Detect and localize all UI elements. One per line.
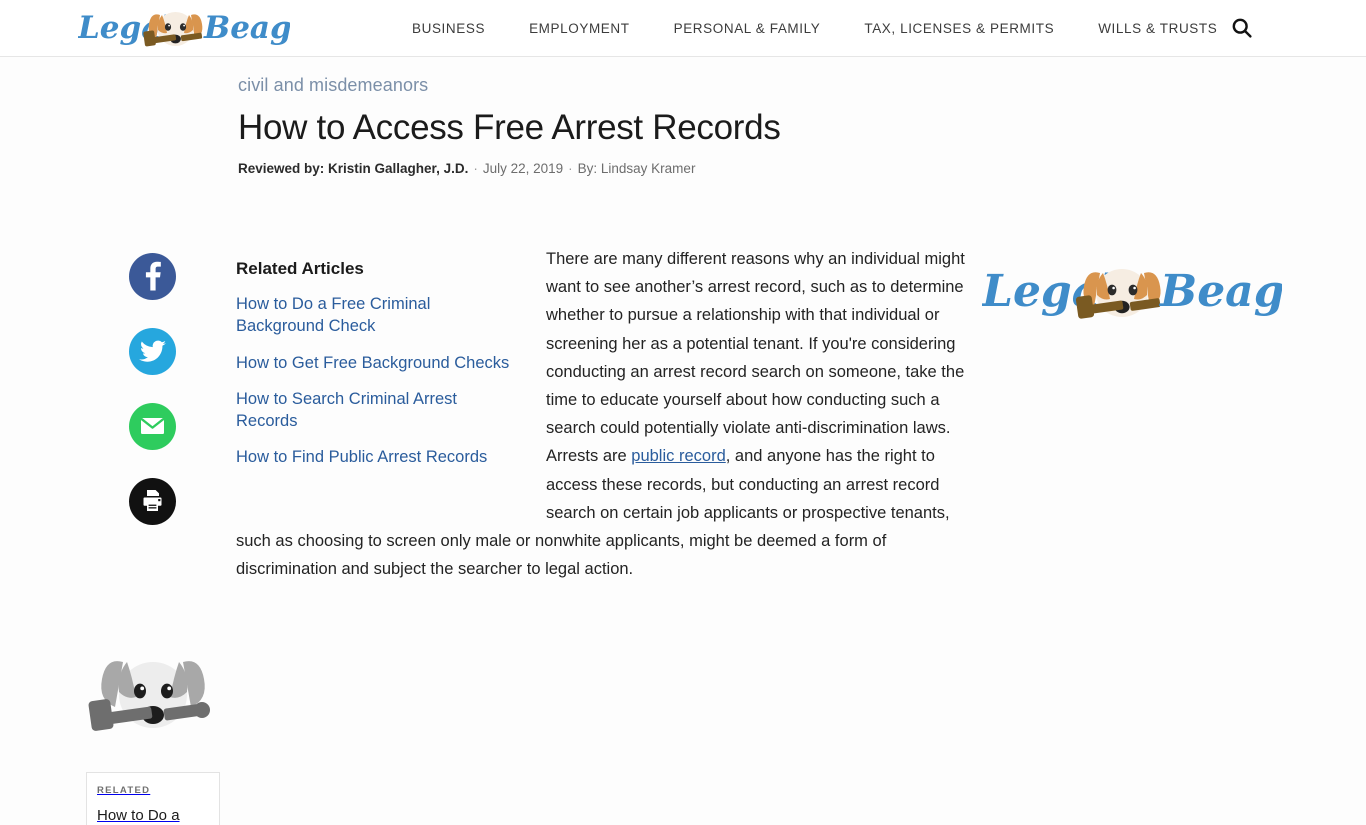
related-articles-sidebar: Related Articles How to Do a Free Crimin…: [236, 259, 522, 483]
share-email-button[interactable]: [129, 403, 176, 450]
legal-beagle-logo: Legal Beag: [78, 5, 290, 51]
nav-item-personal-family[interactable]: PERSONAL & FAMILY: [652, 21, 843, 36]
page-title: How to Access Free Arrest Records: [238, 108, 781, 147]
page-content: civil and misdemeanors How to Access Fre…: [0, 57, 1366, 825]
nav-item-tax-licenses-permits[interactable]: TAX, LICENSES & PERMITS: [842, 21, 1076, 36]
facebook-icon: [129, 252, 176, 302]
legal-beagle-watermark-logo: Legal Beagle: [980, 266, 1329, 329]
byline-author: By: Lindsay Kramer: [577, 161, 696, 177]
related-card-body: RELATED How to Do a: [86, 772, 220, 825]
beagle-head-icon: [1075, 269, 1161, 319]
related-article-link-3[interactable]: How to Search Criminal Arrest Records: [236, 388, 522, 433]
twitter-icon: [129, 327, 176, 377]
print-icon: [129, 477, 176, 527]
breadcrumb-category-link[interactable]: civil and misdemeanors: [238, 75, 428, 96]
byline-separator-1: ·: [473, 161, 478, 177]
related-card-kicker: RELATED: [97, 785, 151, 796]
share-twitter-button[interactable]: [129, 328, 176, 375]
main-navigation: BUSINESS EMPLOYMENT PERSONAL & FAMILY TA…: [390, 21, 1239, 36]
legal-beagle-logo-svg: Legal Beag: [78, 10, 290, 47]
related-article-link-4[interactable]: How to Find Public Arrest Records: [236, 446, 522, 468]
search-button[interactable]: [1226, 12, 1258, 44]
byline-reviewer: Reviewed by: Kristin Gallagher, J.D.: [238, 161, 469, 177]
legal-beagle-watermark-svg: Legal Beagle: [980, 266, 1329, 319]
search-icon: [1230, 18, 1254, 43]
related-article-link-1[interactable]: How to Do a Free Criminal Background Che…: [236, 293, 522, 338]
site-logo-link[interactable]: Legal Beag: [78, 6, 290, 50]
related-card[interactable]: RELATED How to Do a: [86, 647, 220, 825]
email-icon: [129, 402, 176, 452]
article-text-before-link: There are many different reasons why an …: [546, 250, 965, 466]
nav-item-business[interactable]: BUSINESS: [390, 21, 507, 36]
share-facebook-button[interactable]: [129, 253, 176, 300]
svg-text:Beagle: Beagle: [1158, 266, 1282, 317]
article-header: civil and misdemeanors How to Access Fre…: [0, 57, 1366, 176]
article-byline: Reviewed by: Kristin Gallagher, J.D. · Jul…: [238, 161, 1366, 176]
related-card-title: How to Do a: [97, 807, 180, 824]
site-header: Legal Beag BUSINESS EMPLOYMENT PERSONAL …: [0, 0, 1366, 57]
svg-text:Beagle: Beagle: [203, 10, 290, 46]
related-articles-heading: Related Articles: [236, 259, 364, 278]
beagle-gavel-grayscale-image: [86, 647, 220, 772]
byline-date: July 22, 2019: [482, 161, 564, 177]
right-rail: Legal Beagle: [980, 259, 1329, 330]
related-card-image: [86, 647, 220, 772]
beagle-head-icon: [143, 12, 203, 47]
nav-item-wills-trusts[interactable]: WILLS & TRUSTS: [1076, 21, 1239, 36]
share-print-button[interactable]: [129, 478, 176, 525]
nav-item-employment[interactable]: EMPLOYMENT: [507, 21, 652, 36]
public-record-link[interactable]: public record: [631, 447, 725, 465]
byline-separator-2: ·: [568, 161, 573, 177]
related-article-link-2[interactable]: How to Get Free Background Checks: [236, 352, 522, 374]
social-share-rail: [129, 253, 176, 525]
